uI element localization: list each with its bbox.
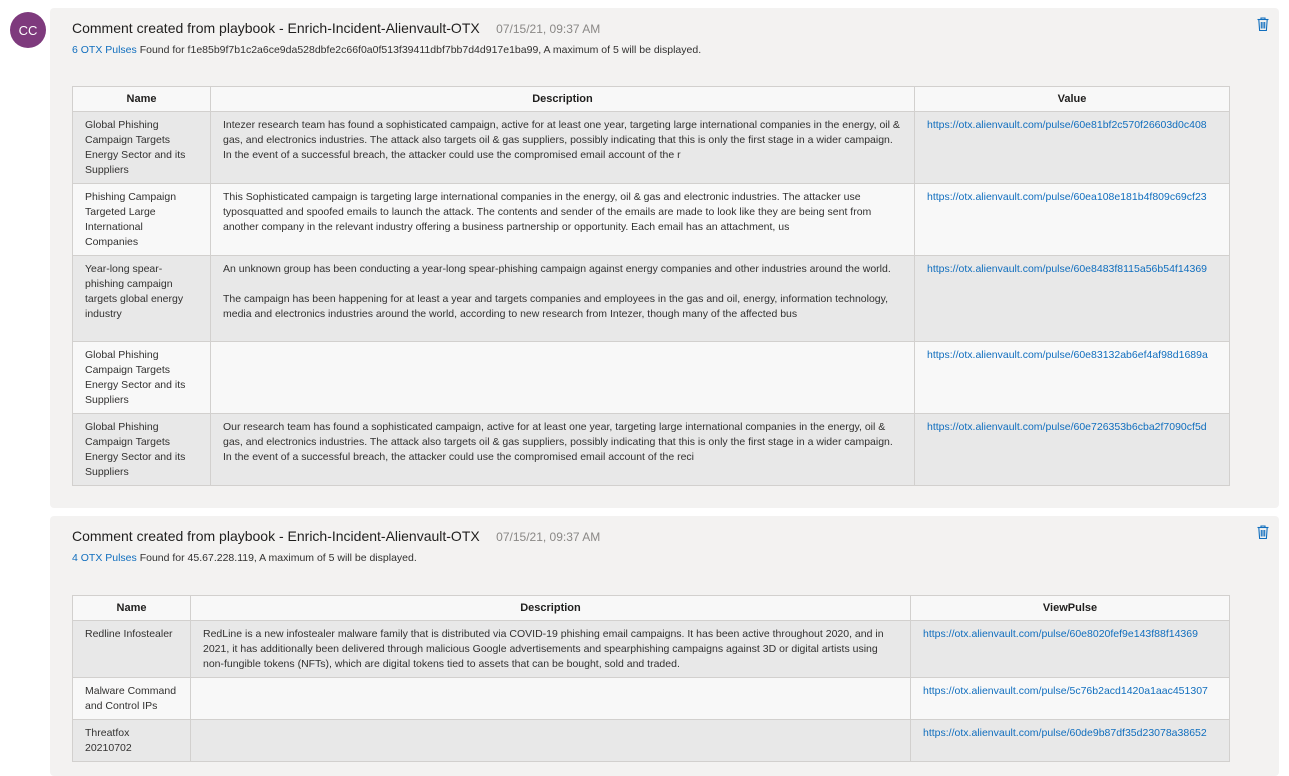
pulse-name: Threatfox 20210702	[72, 719, 191, 762]
description-paragraph: Intezer research team has found a sophis…	[223, 119, 900, 161]
pulse-description: RedLine is a new infostealer malware fam…	[190, 620, 911, 678]
pulse-name: Malware Command and Control IPs	[72, 677, 191, 720]
table-row: Global Phishing Campaign Targets Energy …	[72, 111, 1230, 184]
pulse-value: https://otx.alienvault.com/pulse/60e81bf…	[914, 111, 1230, 184]
column-header: Description	[190, 595, 911, 621]
comment-header: Comment created from playbook - Enrich-I…	[72, 528, 600, 546]
comment-summary: 4 OTX Pulses Found for 45.67.228.119, A …	[72, 552, 417, 564]
table-row: Phishing Campaign Targeted Large Interna…	[72, 183, 1230, 256]
comment-title: Comment created from playbook - Enrich-I…	[72, 528, 480, 544]
description-paragraph: The campaign has been happening for at l…	[223, 293, 889, 320]
column-header: ViewPulse	[910, 595, 1230, 621]
table-row: Threatfox 20210702 https://otx.alienvaul…	[72, 719, 1230, 762]
pulse-name: Phishing Campaign Targeted Large Interna…	[72, 183, 211, 256]
description-paragraph: An unknown group has been conducting a y…	[223, 263, 891, 275]
comment-timestamp: 07/15/21, 09:37 AM	[496, 22, 601, 36]
pulse-description	[190, 677, 911, 720]
description-paragraph: This Sophisticated campaign is targeting…	[223, 191, 872, 233]
pulse-description: Intezer research team has found a sophis…	[210, 111, 915, 184]
pulse-name: Year-long spear-phishing campaign target…	[72, 255, 211, 342]
pulse-name: Redline Infostealer	[72, 620, 191, 678]
table-row: Malware Command and Control IPs https://…	[72, 677, 1230, 720]
pulse-value: https://otx.alienvault.com/pulse/60e8483…	[914, 255, 1230, 342]
summary-text: Found for 45.67.228.119, A maximum of 5 …	[136, 552, 417, 564]
comment-timestamp: 07/15/21, 09:37 AM	[496, 530, 601, 544]
pulse-value: https://otx.alienvault.com/pulse/60e7263…	[914, 413, 1230, 486]
pulse-link[interactable]: https://otx.alienvault.com/pulse/60e8483…	[927, 263, 1207, 275]
comment-card: Comment created from playbook - Enrich-I…	[50, 516, 1279, 776]
pulse-link[interactable]: https://otx.alienvault.com/pulse/60e7263…	[927, 421, 1207, 433]
pulse-value: https://otx.alienvault.com/pulse/60ea108…	[914, 183, 1230, 256]
pulse-value: https://otx.alienvault.com/pulse/5c76b2a…	[910, 677, 1230, 720]
comment-title: Comment created from playbook - Enrich-I…	[72, 20, 480, 36]
pulse-link[interactable]: https://otx.alienvault.com/pulse/5c76b2a…	[923, 685, 1208, 697]
table-row: Global Phishing Campaign Targets Energy …	[72, 413, 1230, 486]
table-row: Year-long spear-phishing campaign target…	[72, 255, 1230, 342]
pulse-link[interactable]: https://otx.alienvault.com/pulse/60e8020…	[923, 628, 1198, 640]
pulse-description: An unknown group has been conducting a y…	[210, 255, 915, 342]
otx-pulses-link[interactable]: 4 OTX Pulses	[72, 552, 137, 564]
table-row: Global Phishing Campaign Targets Energy …	[72, 341, 1230, 414]
pulse-description: Our research team has found a sophistica…	[210, 413, 915, 486]
pulse-link[interactable]: https://otx.alienvault.com/pulse/60e81bf…	[927, 119, 1207, 131]
column-header: Value	[914, 86, 1230, 112]
pulse-link[interactable]: https://otx.alienvault.com/pulse/60e8313…	[927, 349, 1208, 361]
pulse-name: Global Phishing Campaign Targets Energy …	[72, 413, 211, 486]
pulse-name: Global Phishing Campaign Targets Energy …	[72, 341, 211, 414]
pulse-description	[190, 719, 911, 762]
trash-icon[interactable]	[1255, 16, 1271, 32]
summary-text: Found for f1e85b9f7b1c2a6ce9da528dbfe2c6…	[136, 44, 702, 56]
table-row: Redline Infostealer RedLine is a new inf…	[72, 620, 1230, 678]
comment-summary: 6 OTX Pulses Found for f1e85b9f7b1c2a6ce…	[72, 44, 701, 56]
pulses-table: Name Description Value Global Phishing C…	[72, 86, 1230, 486]
table-header-row: Name Description ViewPulse	[72, 595, 1230, 621]
pulses-table: Name Description ViewPulse Redline Infos…	[72, 595, 1230, 762]
column-header: Name	[72, 86, 211, 112]
comment-card: Comment created from playbook - Enrich-I…	[50, 8, 1279, 508]
pulse-value: https://otx.alienvault.com/pulse/60e8313…	[914, 341, 1230, 414]
trash-icon[interactable]	[1255, 524, 1271, 540]
pulse-value: https://otx.alienvault.com/pulse/60de9b8…	[910, 719, 1230, 762]
pulse-description: This Sophisticated campaign is targeting…	[210, 183, 915, 256]
column-header: Name	[72, 595, 191, 621]
pulse-link[interactable]: https://otx.alienvault.com/pulse/60de9b8…	[923, 727, 1207, 739]
pulse-description	[210, 341, 915, 414]
description-paragraph: Our research team has found a sophistica…	[223, 421, 893, 463]
avatar: CC	[10, 12, 46, 48]
comment-header: Comment created from playbook - Enrich-I…	[72, 20, 600, 38]
column-header: Description	[210, 86, 915, 112]
description-paragraph: RedLine is a new infostealer malware fam…	[203, 628, 884, 670]
otx-pulses-link[interactable]: 6 OTX Pulses	[72, 44, 137, 56]
pulse-link[interactable]: https://otx.alienvault.com/pulse/60ea108…	[927, 191, 1207, 203]
table-header-row: Name Description Value	[72, 86, 1230, 112]
pulse-value: https://otx.alienvault.com/pulse/60e8020…	[910, 620, 1230, 678]
pulse-name: Global Phishing Campaign Targets Energy …	[72, 111, 211, 184]
